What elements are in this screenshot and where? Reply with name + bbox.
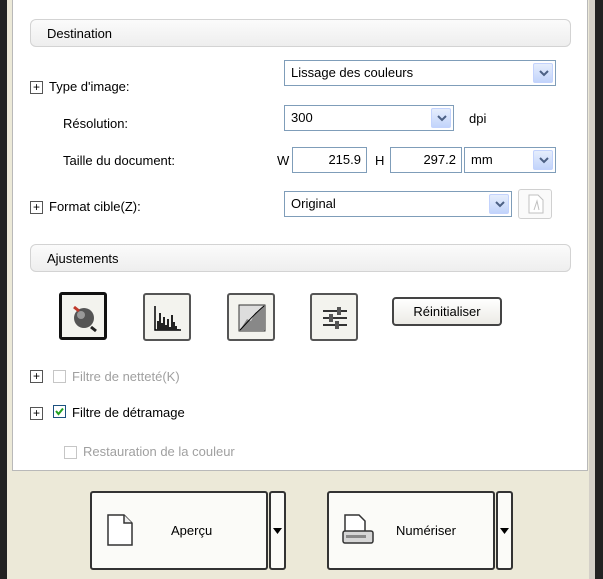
destination-header-label: Destination xyxy=(47,26,113,41)
dropdown-arrow-icon[interactable] xyxy=(533,150,553,170)
reset-button[interactable]: Réinitialiser xyxy=(392,297,502,326)
size-unit-value: mm xyxy=(471,152,493,167)
adjustments-header-label: Ajustements xyxy=(47,251,119,266)
target-format-value: Original xyxy=(291,196,336,211)
image-type-expand-icon[interactable]: + xyxy=(30,81,43,94)
dropdown-arrow-icon[interactable] xyxy=(431,108,451,128)
color-balance-icon xyxy=(323,307,347,329)
descreen-label: Filtre de détramage xyxy=(72,405,185,420)
resolution-select[interactable]: 300 xyxy=(284,105,454,131)
preview-label: Aperçu xyxy=(171,523,213,538)
preview-button[interactable]: Aperçu xyxy=(90,491,268,570)
image-type-select[interactable]: Lissage des couleurs xyxy=(284,60,556,86)
target-format-select[interactable]: Original xyxy=(284,191,512,217)
adjustments-section-header: Ajustements xyxy=(30,244,571,272)
width-input[interactable]: 215.9 xyxy=(292,147,367,173)
split-arrow-icon xyxy=(500,528,509,534)
height-input[interactable]: 297.2 xyxy=(390,147,462,173)
scan-label: Numériser xyxy=(396,523,456,538)
width-value: 215.9 xyxy=(328,152,361,167)
sharpen-label: Filtre de netteté(K) xyxy=(72,369,180,384)
window-frame-left xyxy=(0,0,7,579)
resolution-label: Résolution: xyxy=(63,116,129,131)
scan-button[interactable]: Numériser xyxy=(327,491,495,570)
color-balance-button[interactable] xyxy=(310,293,358,341)
image-type-value: Lissage des couleurs xyxy=(291,65,414,80)
color-restore-checkbox[interactable] xyxy=(64,446,77,459)
auto-exposure-icon xyxy=(73,305,97,333)
target-format-expand-icon[interactable]: + xyxy=(30,201,43,214)
checkmark-icon xyxy=(55,407,64,416)
descreen-expand-icon[interactable]: + xyxy=(30,407,43,420)
sharpen-checkbox[interactable] xyxy=(53,370,66,383)
color-restore-label: Restauration de la couleur xyxy=(83,444,235,459)
tone-curve-icon xyxy=(238,304,266,332)
auto-exposure-button[interactable] xyxy=(59,292,107,340)
tone-curve-button[interactable] xyxy=(227,293,275,341)
height-label: H xyxy=(375,153,385,168)
window-frame-right xyxy=(595,0,603,579)
histogram-button[interactable] xyxy=(143,293,191,341)
scan-options-button[interactable] xyxy=(496,491,513,570)
height-value: 297.2 xyxy=(423,152,456,167)
descreen-checkbox[interactable] xyxy=(53,405,66,418)
target-format-edit-button[interactable] xyxy=(518,189,552,219)
preview-options-button[interactable] xyxy=(269,491,286,570)
destination-section-header: Destination xyxy=(30,19,571,47)
image-type-label: Type d'image: xyxy=(49,79,130,94)
resolution-unit: dpi xyxy=(469,111,487,126)
target-format-label: Format cible(Z): xyxy=(49,199,141,214)
width-label: W xyxy=(277,153,290,168)
size-unit-select[interactable]: mm xyxy=(464,147,556,173)
settings-panel: Destination + Type d'image: Lissage des … xyxy=(12,0,588,471)
dropdown-arrow-icon[interactable] xyxy=(533,63,553,83)
histogram-icon xyxy=(154,306,181,331)
resolution-value: 300 xyxy=(291,110,313,125)
page-icon xyxy=(107,514,133,546)
split-arrow-icon xyxy=(273,528,282,534)
footer-bar: Aperçu Numériser xyxy=(7,471,589,579)
dropdown-arrow-icon[interactable] xyxy=(489,194,509,214)
doc-size-label: Taille du document: xyxy=(63,153,176,168)
scanner-icon xyxy=(342,514,374,544)
page-edit-icon xyxy=(528,194,544,214)
sharpen-expand-icon[interactable]: + xyxy=(30,370,43,383)
